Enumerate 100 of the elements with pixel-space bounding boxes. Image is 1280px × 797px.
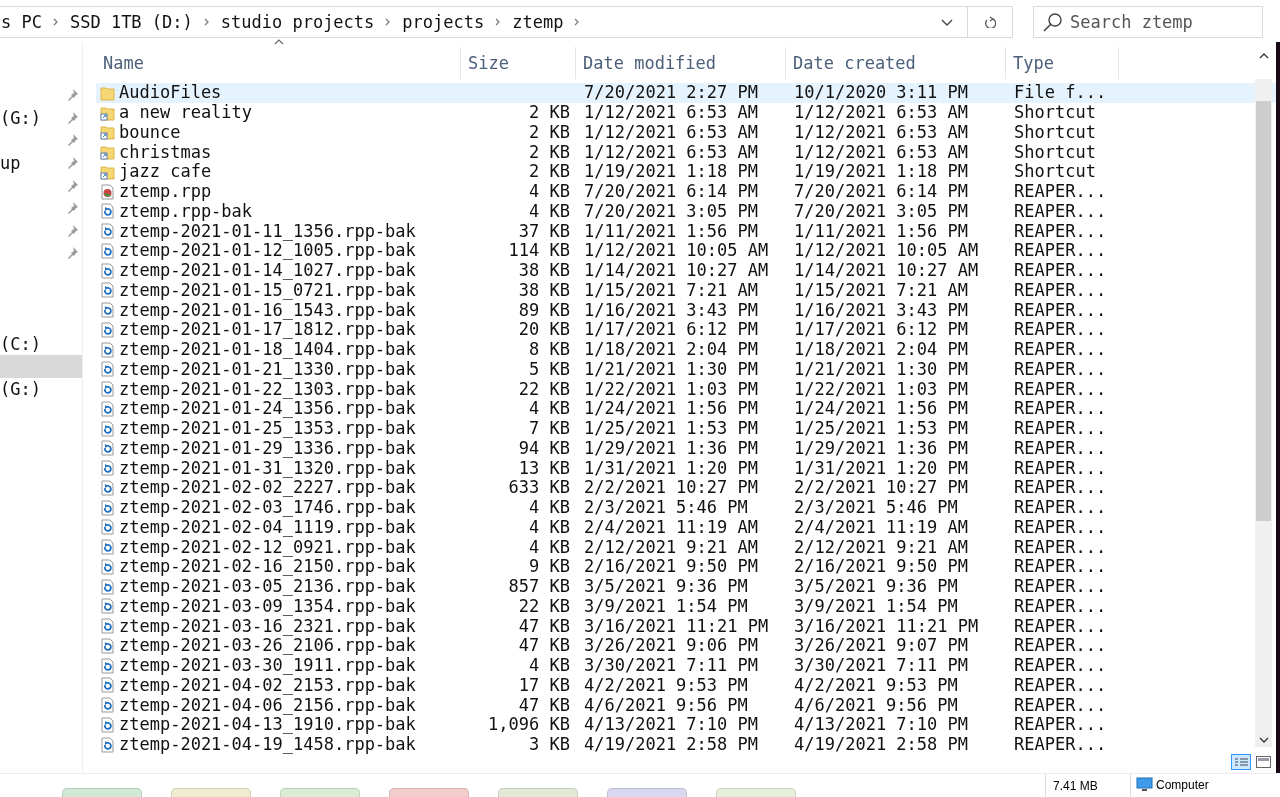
file-name[interactable]: ztemp-2021-01-21_1330.rpp-bak bbox=[119, 359, 416, 379]
file-row[interactable]: ztemp-2021-04-02_2153.rpp-bak 17 KB 4/2/2021 9:53 PM 4/2/2021 9:53 PM REAPER... bbox=[96, 675, 1276, 696]
file-row[interactable]: ztemp-2021-02-04_1119.rpp-bak 4 KB 2/4/2021 11:19 AM 2/4/2021 11:19 AM REAPER... bbox=[96, 517, 1276, 538]
file-name[interactable]: ztemp-2021-01-18_1404.rpp-bak bbox=[119, 340, 416, 360]
pin-icon[interactable] bbox=[67, 156, 79, 171]
dropdown-icon[interactable] bbox=[941, 18, 953, 26]
file-name[interactable]: ztemp-2021-04-06_2156.rpp-bak bbox=[119, 695, 416, 715]
column-header[interactable]: Name bbox=[96, 47, 461, 79]
file-row[interactable]: ztemp-2021-01-11_1356.rpp-bak 37 KB 1/11/2021 1:56 PM 1/11/2021 1:56 PM REAPER... bbox=[96, 221, 1276, 241]
file-name[interactable]: ztemp-2021-02-04_1119.rpp-bak bbox=[119, 517, 416, 537]
file-row[interactable]: ztemp.rpp 4 KB 7/20/2021 6:14 PM 7/20/2021 6:14 PM REAPER... bbox=[96, 181, 1276, 202]
file-name[interactable]: ztemp-2021-02-12_0921.rpp-bak bbox=[119, 537, 416, 557]
file-row[interactable]: ztemp-2021-01-25_1353.rpp-bak 7 KB 1/25/2021 1:53 PM 1/25/2021 1:53 PM REAPER... bbox=[96, 418, 1276, 439]
pin-icon[interactable] bbox=[67, 178, 79, 193]
file-name[interactable]: ztemp-2021-01-11_1356.rpp-bak bbox=[119, 221, 416, 241]
file-name[interactable]: ztemp-2021-01-24_1356.rpp-bak bbox=[119, 399, 416, 419]
file-row[interactable]: ztemp-2021-03-09_1354.rpp-bak 22 KB 3/9/2021 1:54 PM 3/9/2021 1:54 PM REAPER... bbox=[96, 596, 1276, 617]
file-row[interactable]: christmas 2 KB 1/12/2021 6:53 AM 1/12/2021 6:53 AM Shortcut bbox=[96, 142, 1276, 162]
file-name[interactable]: ztemp-2021-01-15_0721.rpp-bak bbox=[119, 280, 416, 300]
file-row[interactable]: ztemp-2021-01-14_1027.rpp-bak 38 KB 1/14/2021 10:27 AM 1/14/2021 10:27 AM REAPER... bbox=[96, 260, 1276, 281]
scrollbar-thumb[interactable] bbox=[1256, 101, 1271, 521]
breadcrumb[interactable]: projects bbox=[401, 12, 486, 32]
file-name[interactable]: a new reality bbox=[119, 103, 253, 123]
chevron-icon[interactable] bbox=[495, 18, 502, 26]
file-row[interactable]: ztemp-2021-03-16_2321.rpp-bak 47 KB 3/16/2021 11:21 PM 3/16/2021 11:21 PM REAPER... bbox=[96, 616, 1276, 636]
file-name[interactable]: ztemp-2021-04-13_1910.rpp-bak bbox=[119, 715, 416, 735]
breadcrumb[interactable]: studio projects bbox=[219, 12, 376, 32]
file-row[interactable]: bounce 2 KB 1/12/2021 6:53 AM 1/12/2021 6:53 AM Shortcut bbox=[96, 122, 1276, 143]
search-box[interactable]: Search ztemp bbox=[1033, 6, 1263, 38]
column-header[interactable]: Size bbox=[461, 47, 576, 79]
file-row[interactable]: ztemp-2021-01-17_1812.rpp-bak 20 KB 1/17/2021 6:12 PM 1/17/2021 6:12 PM REAPER... bbox=[96, 320, 1276, 340]
file-name[interactable]: ztemp.rpp-bak bbox=[119, 201, 253, 221]
file-row[interactable]: ztemp-2021-03-30_1911.rpp-bak 4 KB 3/30/2021 7:11 PM 3/30/2021 7:11 PM REAPER... bbox=[96, 655, 1276, 676]
file-name[interactable]: ztemp-2021-02-03_1746.rpp-bak bbox=[119, 498, 416, 518]
file-name[interactable]: ztemp-2021-04-02_2153.rpp-bak bbox=[119, 675, 416, 695]
file-row[interactable]: ztemp.rpp-bak 4 KB 7/20/2021 3:05 PM 7/20/2021 3:05 PM REAPER... bbox=[96, 201, 1276, 222]
file-row[interactable]: ztemp-2021-01-18_1404.rpp-bak 8 KB 1/18/2021 2:04 PM 1/18/2021 2:04 PM REAPER... bbox=[96, 339, 1276, 360]
column-header[interactable]: Date created bbox=[786, 47, 1006, 79]
file-row[interactable]: jazz cafe 2 KB 1/19/2021 1:18 PM 1/19/2021 1:18 PM Shortcut bbox=[96, 162, 1276, 182]
pin-icon[interactable] bbox=[67, 246, 79, 261]
chevron-icon[interactable] bbox=[574, 18, 581, 26]
file-name[interactable]: ztemp-2021-02-16_2150.rpp-bak bbox=[119, 557, 416, 577]
file-row[interactable]: ztemp-2021-01-29_1336.rpp-bak 94 KB 1/29/2021 1:36 PM 1/29/2021 1:36 PM REAPER... bbox=[96, 438, 1276, 459]
file-name[interactable]: ztemp-2021-03-09_1354.rpp-bak bbox=[119, 596, 416, 616]
breadcrumb[interactable]: ztemp bbox=[511, 12, 565, 32]
sidebar-item[interactable]: (C:) bbox=[0, 333, 41, 354]
file-row[interactable]: ztemp-2021-02-03_1746.rpp-bak 4 KB 2/3/2021 5:46 PM 2/3/2021 5:46 PM REAPER... bbox=[96, 497, 1276, 518]
file-row[interactable]: ztemp-2021-01-22_1303.rpp-bak 22 KB 1/22/2021 1:03 PM 1/22/2021 1:03 PM REAPER... bbox=[96, 379, 1276, 399]
pin-icon[interactable] bbox=[67, 88, 79, 103]
file-row[interactable]: ztemp-2021-02-12_0921.rpp-bak 4 KB 2/12/2021 9:21 AM 2/12/2021 9:21 AM REAPER... bbox=[96, 537, 1276, 557]
column-header[interactable]: Date modified bbox=[576, 47, 786, 79]
file-row[interactable]: ztemp-2021-04-06_2156.rpp-bak 47 KB 4/6/2021 9:56 PM 4/6/2021 9:56 PM REAPER... bbox=[96, 695, 1276, 715]
file-row[interactable]: ztemp-2021-03-05_2136.rpp-bak 857 KB 3/5/2021 9:36 PM 3/5/2021 9:36 PM REAPER... bbox=[96, 576, 1276, 597]
file-name[interactable]: ztemp-2021-01-16_1543.rpp-bak bbox=[119, 300, 416, 320]
breadcrumb[interactable]: s PC bbox=[0, 12, 43, 32]
file-row[interactable]: ztemp-2021-01-21_1330.rpp-bak 5 KB 1/21/2021 1:30 PM 1/21/2021 1:30 PM REAPER... bbox=[96, 359, 1276, 380]
file-name[interactable]: ztemp-2021-01-17_1812.rpp-bak bbox=[119, 320, 416, 340]
file-name[interactable]: ztemp-2021-02-02_2227.rpp-bak bbox=[119, 478, 416, 498]
file-name[interactable]: ztemp-2021-01-25_1353.rpp-bak bbox=[119, 419, 416, 439]
file-name[interactable]: christmas bbox=[119, 142, 212, 162]
chevron-icon[interactable] bbox=[52, 18, 59, 26]
chevron-icon[interactable] bbox=[385, 18, 392, 26]
file-name[interactable]: ztemp-2021-01-22_1303.rpp-bak bbox=[119, 379, 416, 399]
file-row[interactable]: ztemp-2021-02-16_2150.rpp-bak 9 KB 2/16/2021 9:50 PM 2/16/2021 9:50 PM REAPER... bbox=[96, 557, 1276, 577]
file-name[interactable]: ztemp-2021-03-26_2106.rpp-bak bbox=[119, 636, 416, 656]
file-name[interactable]: ztemp-2021-03-05_2136.rpp-bak bbox=[119, 577, 416, 597]
file-name[interactable]: jazz cafe bbox=[119, 162, 212, 182]
file-row[interactable]: ztemp-2021-01-24_1356.rpp-bak 4 KB 1/24/2021 1:56 PM 1/24/2021 1:56 PM REAPER... bbox=[96, 399, 1276, 419]
file-row[interactable]: ztemp-2021-02-02_2227.rpp-bak 633 KB 2/2/2021 10:27 PM 2/2/2021 10:27 PM REAPER... bbox=[96, 478, 1276, 498]
file-name[interactable]: ztemp-2021-01-31_1320.rpp-bak bbox=[119, 458, 416, 478]
file-row[interactable]: ztemp-2021-01-15_0721.rpp-bak 38 KB 1/15/2021 7:21 AM 1/15/2021 7:21 AM REAPER... bbox=[96, 280, 1276, 301]
file-row[interactable]: ztemp-2021-04-13_1910.rpp-bak 1,096 KB 4/13/2021 7:10 PM 4/13/2021 7:10 PM REAPER... bbox=[96, 715, 1276, 735]
scroll-up-icon[interactable] bbox=[1259, 53, 1269, 59]
column-header[interactable]: Type bbox=[1006, 47, 1119, 79]
file-name[interactable]: ztemp.rpp bbox=[119, 182, 212, 202]
file-name[interactable]: bounce bbox=[119, 122, 181, 142]
details-view-icon[interactable] bbox=[1231, 754, 1251, 770]
file-name[interactable]: ztemp-2021-01-29_1336.rpp-bak bbox=[119, 438, 416, 458]
file-row[interactable]: ztemp-2021-03-26_2106.rpp-bak 47 KB 3/26/2021 9:06 PM 3/26/2021 9:07 PM REAPER... bbox=[96, 636, 1276, 656]
file-row[interactable]: AudioFiles 7/20/2021 2:27 PM 10/1/2020 3:11 PM File f... bbox=[96, 83, 1276, 103]
file-row[interactable]: ztemp-2021-01-12_1005.rpp-bak 114 KB 1/12/2021 10:05 AM 1/12/2021 10:05 AM REAPER... bbox=[96, 241, 1276, 261]
file-row[interactable]: ztemp-2021-01-16_1543.rpp-bak 89 KB 1/16/2021 3:43 PM 1/16/2021 3:43 PM REAPER... bbox=[96, 300, 1276, 320]
pin-icon[interactable] bbox=[67, 110, 79, 125]
file-row[interactable]: a new reality 2 KB 1/12/2021 6:53 AM 1/12/2021 6:53 AM Shortcut bbox=[96, 102, 1276, 123]
file-row[interactable]: ztemp-2021-04-19_1458.rpp-bak 3 KB 4/19/2021 2:58 PM 4/19/2021 2:58 PM REAPER... bbox=[96, 734, 1276, 755]
sidebar-item[interactable]: (G:) bbox=[0, 379, 41, 399]
file-name[interactable]: AudioFiles bbox=[119, 83, 222, 103]
sidebar-item[interactable]: (G:) bbox=[0, 107, 41, 128]
pin-icon[interactable] bbox=[67, 133, 79, 148]
file-name[interactable]: ztemp-2021-03-30_1911.rpp-bak bbox=[119, 656, 416, 676]
breadcrumb[interactable]: SSD 1TB (D:) bbox=[68, 12, 194, 32]
file-name[interactable]: ztemp-2021-03-16_2321.rpp-bak bbox=[119, 616, 416, 636]
tiles-view-icon[interactable] bbox=[1255, 754, 1272, 770]
pin-icon[interactable] bbox=[67, 223, 79, 238]
pin-icon[interactable] bbox=[67, 201, 79, 216]
file-name[interactable]: ztemp-2021-04-19_1458.rpp-bak bbox=[119, 735, 416, 755]
file-row[interactable]: ztemp-2021-01-31_1320.rpp-bak 13 KB 1/31/2021 1:20 PM 1/31/2021 1:20 PM REAPER... bbox=[96, 458, 1276, 478]
scroll-down-icon[interactable] bbox=[1259, 737, 1269, 743]
search-field[interactable]: Search ztemp bbox=[1068, 11, 1252, 33]
file-name[interactable]: ztemp-2021-01-12_1005.rpp-bak bbox=[119, 241, 416, 261]
